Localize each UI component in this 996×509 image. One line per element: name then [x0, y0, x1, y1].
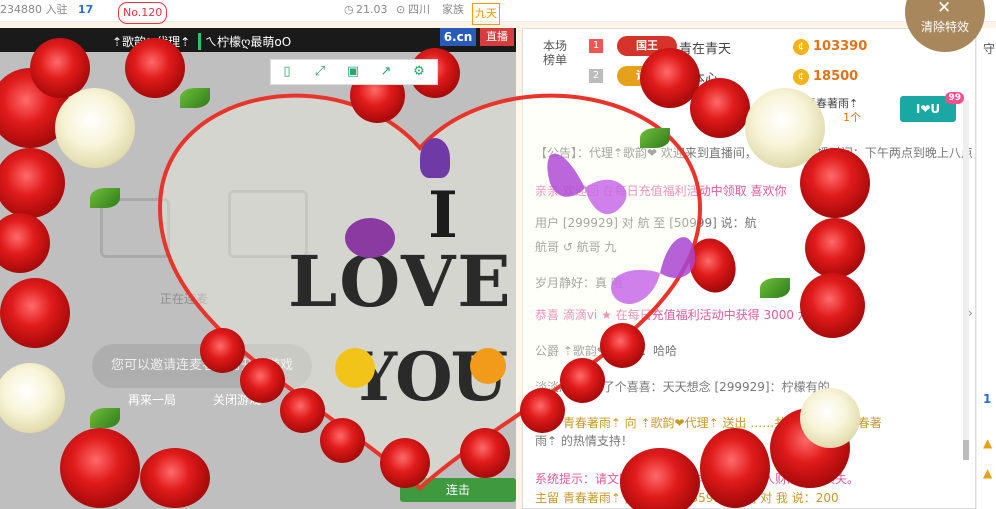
rank-position: 1 [589, 39, 603, 53]
rank-crown-badge: 诸王 [617, 66, 677, 86]
mic-status: 正在连麦 [160, 292, 209, 306]
right-sidebar: 守 1 ▲ ▲ [976, 28, 996, 509]
room-id: 234880 入驻 [0, 3, 68, 16]
monitor-icon [100, 198, 170, 258]
rank-label: 本场 榜单 [543, 39, 568, 67]
play-again-button[interactable]: 再来一局 [128, 391, 176, 408]
rank-third-count: 1个 [843, 111, 861, 124]
screenshot-icon[interactable]: ▯ [279, 64, 295, 80]
chat-message: 【公告】：代理⇡歌韵❤ 欢迎来到直播间，请多多！直播时间：下午两点到晚上八点，感… [535, 146, 975, 160]
family-tag[interactable]: 九天 [472, 3, 500, 25]
chevron-right-icon[interactable]: › [968, 306, 980, 336]
chat-message: 用户 [299929] 对 航 至 [50999] 说：航 [535, 216, 757, 230]
coin-icon: ¢ [793, 69, 809, 85]
clear-effects-label: 清除特效 [920, 20, 969, 34]
ilove-label: I❤U [915, 102, 941, 116]
anchor-title: ⇡歌韵❤代理⇡ [112, 35, 191, 49]
chat-message: 公爵 ⇡歌韵❤晏锋⇡：哈哈 [535, 344, 677, 358]
chat-scrollbar-thumb[interactable] [963, 440, 969, 460]
rank-user-name[interactable]: 常本心 [679, 68, 718, 87]
chat-message: 系统提示：请文明发言，谨防诈骗，以免个人财产受到损失。 [535, 472, 860, 486]
chat-message: 淡淡风 ： 满了个喜喜：天天想念 [299929]：柠檬有的 [535, 380, 830, 394]
rank-coins: 18500 [813, 69, 859, 84]
settings-icon[interactable]: ⚙ [411, 64, 427, 80]
video-toolbar: ▯ ⤢ ▣ ↗ ⚙ [270, 59, 438, 85]
gift-icon[interactable]: ▲ [983, 466, 992, 480]
ilove-count: 99 [945, 92, 964, 104]
close-game-button[interactable]: 关闭游戏 [213, 391, 261, 408]
rank-crown-badge: 国王 [617, 36, 677, 56]
guard-label[interactable]: 守 [983, 40, 995, 57]
fullscreen-icon[interactable]: ⤢ [312, 64, 328, 80]
video-header: ⇡歌韵❤代理⇡ ㄟ柠檬ღ最萌oO 6.cn 直播 [0, 28, 516, 52]
video-player[interactable]: ⇡歌韵❤代理⇡ ㄟ柠檬ღ最萌oO 6.cn 直播 ▯ ⤢ ▣ ↗ ⚙ 正在连麦 … [0, 28, 516, 509]
coin-icon: ¢ [793, 39, 809, 55]
combo-button[interactable]: 连击 [400, 478, 516, 502]
chat-message: 王爵 青春著雨⇡ 向 ⇡歌韵❤代理⇡ 送出 ……共1个，感谢 青春著 [535, 416, 882, 430]
fans-count: 21.03 [356, 3, 388, 16]
rank-user-name[interactable]: 青在青天 [679, 38, 731, 57]
ilove-gift-badge[interactable]: I❤U 99 [900, 92, 964, 122]
chat-message: 亲亲 欢迎回 在每日充值福利活动中领取 喜欢你 [535, 184, 787, 198]
brand-logo: 6.cn [440, 28, 476, 46]
chat-scrollbar[interactable] [963, 100, 969, 460]
save-icon[interactable]: ▣ [345, 64, 361, 80]
rank-coins: 103390 [813, 39, 868, 54]
chat-message: 航哥 ↺ 航哥 九 [535, 240, 617, 254]
noble-number-badge[interactable]: No.120 [118, 2, 168, 24]
close-icon: ✕ [937, 0, 952, 18]
fans-clock-icon: ◷ [344, 3, 354, 16]
gift-icon[interactable]: ▲ [983, 436, 992, 450]
share-icon[interactable]: ↗ [378, 64, 394, 80]
live-room-page: { "topbar": { "room_id": "234880 入驻", "l… [0, 0, 996, 509]
guard-number: 1 [983, 392, 992, 406]
family-label: 家族 [442, 3, 464, 16]
chat-message: 岁月静好：真 哦 [535, 276, 623, 290]
guest-title: ㄟ柠檬ღ最萌oO [198, 33, 291, 50]
level-badge: 17 [78, 3, 94, 16]
invite-banner: 您可以邀请连麦者同时开始游戏 [92, 344, 312, 388]
chat-message: 雨⇡ 的热情支持！ [535, 434, 633, 448]
location: 四川 [408, 3, 430, 16]
chat-message: 恭喜 滴滴vi ★ 在每日充值福利活动中获得 3000 六币 [535, 308, 822, 322]
location-pin-icon: ⊙ [396, 3, 406, 16]
monitor-icon [228, 190, 308, 258]
chat-message: 主留 青春著雨⇡ [普通玩家] [35999009] 对 我 说：200 [535, 491, 839, 505]
room-info-bar: 234880 入驻 17 No.120 ◷ 21.03 ⊙ 四川 家族 九天 [0, 0, 996, 25]
live-badge: 直播 [480, 28, 514, 46]
rank-position: 2 [589, 69, 603, 83]
